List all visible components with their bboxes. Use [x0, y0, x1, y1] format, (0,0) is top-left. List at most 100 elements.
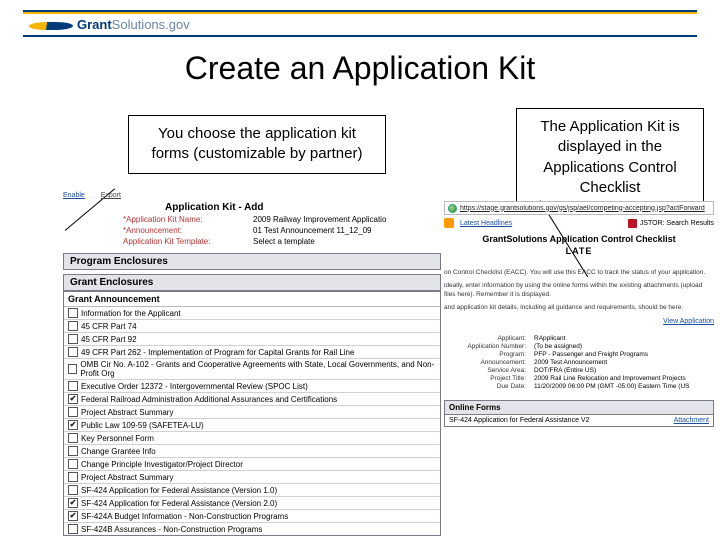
form-row-label: Project Abstract Summary	[81, 408, 173, 417]
helper-link-b[interactable]: Export	[101, 192, 121, 199]
checkbox-icon[interactable]	[68, 446, 78, 456]
form-row: SF-424 Application for Federal Assistanc…	[64, 496, 440, 509]
form-row-label: SF-424 Application for Federal Assistanc…	[81, 486, 277, 495]
checklist-p2: ideally, enter information by using the …	[444, 281, 714, 299]
meta-title-v: 2009 Rail Line Relocation and Improvemen…	[534, 375, 714, 382]
kit-head: Application Kit - Add	[165, 202, 441, 213]
meta-svc-v: DOT/FRA (Entire US)	[534, 367, 714, 374]
meta-due-k: Due Date:	[444, 383, 534, 390]
form-row-label: 49 CFR Part 262 - Implementation of Prog…	[81, 348, 354, 357]
form-row-label: Change Principle Investigator/Project Di…	[81, 460, 243, 469]
form-row-label: 45 CFR Part 74	[81, 322, 137, 331]
kit-ann-value: 01 Test Announcement 11_12_09	[253, 226, 371, 235]
rt-form-label: SF-424 Application for Federal Assistanc…	[449, 417, 589, 424]
rt-attachment-link[interactable]: Attachment	[674, 417, 709, 424]
section-grant: Grant Enclosures	[63, 274, 441, 291]
form-row: SF-424 Application for Federal Assistanc…	[64, 483, 440, 496]
checkbox-icon[interactable]	[68, 308, 78, 318]
form-row-label: Executive Order 12372 - Intergovernmenta…	[81, 382, 308, 391]
helper-link-a[interactable]: Enable	[63, 192, 85, 199]
form-row-label: SF-424A Budget Information - Non-Constru…	[81, 512, 288, 521]
form-row: Executive Order 12372 - Intergovernmenta…	[64, 379, 440, 392]
form-row: Public Law 109-59 (SAFETEA-LU)	[64, 418, 440, 431]
form-row-label: Key Personnel Form	[81, 434, 154, 443]
brand-b: Solutions	[112, 17, 165, 32]
checkbox-icon[interactable]	[68, 459, 78, 469]
meta-applicant-v: RApplicant	[534, 335, 714, 342]
bookmark-headlines[interactable]: Latest Headlines	[460, 220, 512, 227]
form-row-label: SF-424 Application for Federal Assistanc…	[81, 499, 277, 508]
brand-a: Grant	[77, 17, 112, 32]
checkbox-icon[interactable]	[68, 511, 78, 521]
right-panel: https://stage.grantsolutions.gov/gs/jsp/…	[444, 201, 714, 427]
status-late: LATE	[444, 246, 714, 256]
form-row: Change Grantee Info	[64, 444, 440, 457]
checklist-p1: on Control Checklist (EACC). You will us…	[444, 268, 714, 277]
bookmarks-row: Latest Headlines JSTOR: Search Results	[444, 218, 714, 228]
checkbox-icon[interactable]	[68, 433, 78, 443]
checkbox-icon[interactable]	[68, 394, 78, 404]
rt-section-online: Online Forms	[444, 400, 714, 415]
form-row-label: SF-424B Assurances - Non-Construction Pr…	[81, 525, 262, 534]
checkbox-icon[interactable]	[68, 347, 78, 357]
kit-tmpl-label: Application Kit Template:	[123, 237, 253, 248]
checkbox-icon[interactable]	[68, 485, 78, 495]
checklist-meta: Applicant:RApplicant Application Number:…	[444, 335, 714, 390]
kit-name-value: 2009 Railway Improvement Applicatio	[253, 215, 386, 224]
meta-title-k: Project Title:	[444, 375, 534, 382]
meta-svc-k: Service Area:	[444, 367, 534, 374]
section-program: Program Enclosures	[63, 253, 441, 270]
brand-wordmark: GrantSolutions.gov	[77, 17, 190, 32]
logo-swoosh-icon	[29, 18, 73, 32]
globe-icon	[448, 204, 457, 213]
kit-info: Application Kit - Add *Application Kit N…	[123, 202, 441, 247]
meta-program-k: Program:	[444, 351, 534, 358]
grant-announcement-group: Grant Announcement Information for the A…	[63, 291, 441, 536]
bookmark-jstor[interactable]: JSTOR: Search Results	[628, 219, 714, 228]
helper-links: Enable Export	[63, 192, 121, 199]
form-row: SF-424A Budget Information - Non-Constru…	[64, 509, 440, 522]
form-row: 49 CFR Part 262 - Implementation of Prog…	[64, 345, 440, 358]
view-application-link[interactable]: View Application	[444, 318, 714, 325]
form-row-label: Public Law 109-59 (SAFETEA-LU)	[81, 421, 204, 430]
rss-icon	[444, 218, 454, 228]
checkbox-icon[interactable]	[68, 472, 78, 482]
form-row-label: 45 CFR Part 92	[81, 335, 137, 344]
bookmark-jstor-label: JSTOR: Search Results	[640, 220, 714, 227]
form-row: 45 CFR Part 92	[64, 332, 440, 345]
left-panel: Application Kit - Add *Application Kit N…	[63, 201, 441, 540]
checkbox-icon[interactable]	[68, 334, 78, 344]
form-row: SF-424B Assurances - Non-Construction Pr…	[64, 522, 440, 535]
checkbox-icon[interactable]	[68, 321, 78, 331]
checklist-title: GrantSolutions Application Control Check…	[444, 234, 714, 244]
form-row: Federal Railroad Administration Addition…	[64, 392, 440, 405]
kit-name-label: *Application Kit Name:	[123, 215, 253, 226]
checkbox-icon[interactable]	[68, 381, 78, 391]
form-row: 45 CFR Part 74	[64, 319, 440, 332]
checklist-p3: and application kit details, including a…	[444, 303, 714, 312]
form-row-label: Project Abstract Summary	[81, 473, 173, 482]
checkbox-icon[interactable]	[68, 407, 78, 417]
checkbox-icon[interactable]	[68, 420, 78, 430]
jstor-icon	[628, 219, 637, 228]
grant-announcement-title: Grant Announcement	[64, 292, 440, 307]
form-row-label: Information for the Applicant	[81, 309, 181, 318]
checkbox-icon[interactable]	[68, 364, 77, 374]
address-url: https://stage.grantsolutions.gov/gs/jsp/…	[460, 205, 710, 212]
form-row: Project Abstract Summary	[64, 470, 440, 483]
page-title: Create an Application Kit	[0, 50, 720, 87]
form-row-label: Change Grantee Info	[81, 447, 156, 456]
brand-header: GrantSolutions.gov	[23, 10, 697, 37]
form-row-label: Federal Railroad Administration Addition…	[81, 395, 337, 404]
form-row: Information for the Applicant	[64, 307, 440, 319]
checkbox-icon[interactable]	[68, 498, 78, 508]
brand-c: .gov	[165, 17, 190, 32]
form-row: Project Abstract Summary	[64, 405, 440, 418]
meta-ann-k: Announcement:	[444, 359, 534, 366]
checkbox-icon[interactable]	[68, 524, 78, 534]
meta-program-v: PFP - Passenger and Freight Programs	[534, 351, 714, 358]
address-bar[interactable]: https://stage.grantsolutions.gov/gs/jsp/…	[444, 201, 714, 215]
callout-left: You choose the application kit forms (cu…	[128, 115, 386, 174]
rt-form-row: SF-424 Application for Federal Assistanc…	[444, 415, 714, 427]
callout-right: The Application Kit is displayed in the …	[516, 108, 704, 207]
